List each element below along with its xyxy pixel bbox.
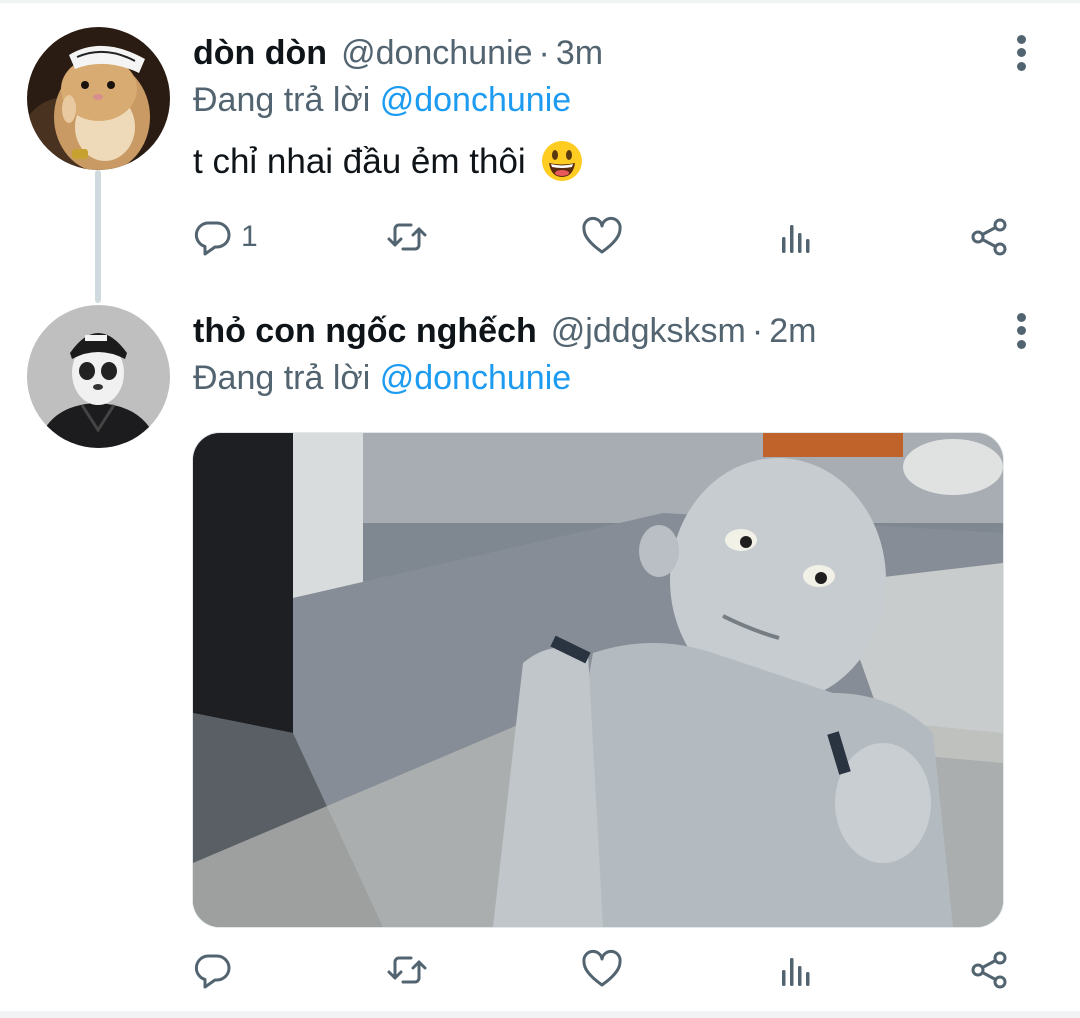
separator-dot: · xyxy=(538,34,550,72)
mention-link[interactable]: @donchunie xyxy=(380,81,571,119)
reply-count: 1 xyxy=(241,220,258,253)
separator-dot: · xyxy=(751,312,764,350)
views-button[interactable] xyxy=(774,945,818,995)
mention-link[interactable]: @donchunie xyxy=(380,359,571,397)
tweet-media-image[interactable] xyxy=(192,432,1004,928)
bottom-divider xyxy=(0,1011,1080,1018)
tweet-text: t chỉ nhai đầu ẻm thôi xyxy=(193,140,583,183)
like-button[interactable] xyxy=(580,945,624,995)
more-options-icon[interactable] xyxy=(1012,313,1032,349)
share-button[interactable] xyxy=(967,212,1011,262)
tweet-actions xyxy=(0,945,1080,995)
like-icon xyxy=(582,949,622,987)
tweet-actions: 1 xyxy=(0,212,1080,262)
avatar-panda-face[interactable] xyxy=(27,305,170,448)
retweet-icon xyxy=(387,223,427,251)
user-handle[interactable]: @donchunie xyxy=(341,34,532,72)
views-icon xyxy=(782,225,810,253)
share-button[interactable] xyxy=(967,945,1011,995)
replying-prefix: Đang trả lời xyxy=(193,81,371,119)
tweet-reply-2[interactable]: thỏ con ngốc nghếch @jddgksksm · 2m Đang tr… xyxy=(0,300,1080,1011)
timestamp[interactable]: 2m xyxy=(769,312,816,350)
avatar-hamster[interactable] xyxy=(27,27,170,170)
reply-button[interactable] xyxy=(191,945,241,995)
grinning-face-icon xyxy=(542,141,583,181)
retweet-button[interactable] xyxy=(385,945,429,995)
views-button[interactable] xyxy=(774,212,818,262)
display-name[interactable]: dòn dòn xyxy=(193,34,327,72)
more-options-icon[interactable] xyxy=(1012,35,1032,71)
retweet-button[interactable] xyxy=(385,212,429,262)
share-icon xyxy=(971,951,1007,989)
share-icon xyxy=(971,218,1007,256)
reply-icon xyxy=(194,954,231,989)
tweet-header: thỏ con ngốc nghếch @jddgksksm · 2m xyxy=(193,311,816,351)
views-icon xyxy=(782,958,810,986)
retweet-icon xyxy=(387,956,427,984)
replying-prefix: Đang trả lời xyxy=(193,359,371,397)
replying-to: Đang trả lời @donchunie xyxy=(193,358,571,398)
display-name[interactable]: thỏ con ngốc nghếch xyxy=(193,312,537,350)
reply-icon xyxy=(194,221,231,256)
timestamp[interactable]: 3m xyxy=(556,34,603,72)
reply-button[interactable]: 1 xyxy=(191,212,258,262)
tweet-text-content: t chỉ nhai đầu ẻm thôi xyxy=(193,142,526,181)
replying-to: Đang trả lời @donchunie xyxy=(193,80,571,120)
user-handle[interactable]: @jddgksksm xyxy=(551,312,746,350)
like-icon xyxy=(582,216,622,254)
tweet-reply-1[interactable]: dòn dòn @donchunie · 3m Đang trả lời @donch… xyxy=(0,0,1080,303)
tweet-header: dòn dòn @donchunie · 3m xyxy=(193,33,603,73)
like-button[interactable] xyxy=(580,212,624,262)
